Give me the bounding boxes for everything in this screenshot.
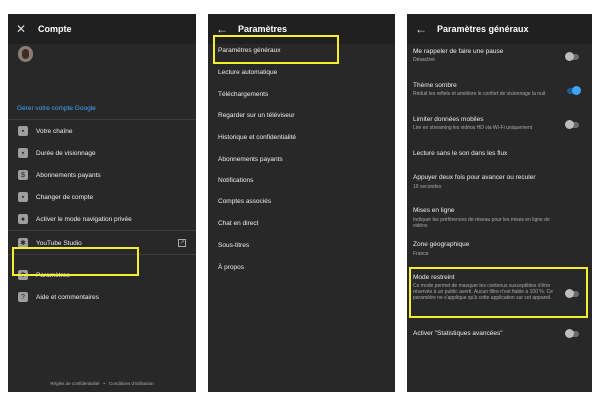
- settings-item-label: Historique et confidentialité: [218, 133, 297, 141]
- general-settings-title: Paramètres généraux: [437, 24, 529, 34]
- settings-item-connected-accounts[interactable]: Comptes associés: [218, 193, 271, 209]
- setting-title: Appuyer deux fois pour avancer ou recule…: [413, 174, 536, 181]
- setting-double-tap-seek[interactable]: Appuyer deux fois pour avancer ou recule…: [407, 174, 592, 200]
- settings-item-label: Notifications: [218, 176, 254, 184]
- toggle-knob: [565, 120, 574, 129]
- menu-item-incognito[interactable]: ● Activer le mode navigation privée: [8, 209, 196, 229]
- settings-item-label: À propos: [218, 263, 245, 271]
- toggle-limit-mobile-data[interactable]: [565, 120, 579, 129]
- setting-title: Limiter données mobiles: [413, 116, 484, 123]
- highlight-settings: [12, 247, 139, 276]
- toggle-stats-for-nerds[interactable]: [565, 329, 579, 338]
- settings-item-label: Chat en direct: [218, 219, 259, 227]
- general-settings-header: ← Paramètres généraux: [407, 14, 592, 44]
- menu-item-watch-time[interactable]: ▪ Durée de visionnage: [8, 143, 196, 163]
- switch-account-icon: ▪: [18, 192, 28, 202]
- toggle-knob: [565, 329, 574, 338]
- settings-item-label: Lecture automatique: [218, 68, 278, 76]
- setting-take-a-break[interactable]: Me rappeler de faire une pause Désactivé: [407, 48, 592, 74]
- terms-link[interactable]: Conditions d'utilisation: [109, 381, 154, 386]
- close-icon[interactable]: ✕: [16, 23, 32, 35]
- toggle-take-a-break[interactable]: [565, 52, 579, 61]
- settings-item-live-chat[interactable]: Chat en direct: [218, 215, 258, 231]
- menu-item-label: Abonnements payants: [36, 171, 101, 179]
- setting-subtitle: France: [413, 251, 429, 257]
- external-link-icon: ↗: [178, 239, 186, 247]
- incognito-icon: ●: [18, 214, 28, 224]
- setting-title: Thème sombre: [413, 82, 457, 89]
- setting-location[interactable]: Zone géographique France: [407, 241, 592, 267]
- setting-subtitle: Réduit les reflets et améliore le confor…: [413, 91, 546, 97]
- setting-subtitle: Indiquer les préférences de réseau pour …: [413, 217, 550, 229]
- setting-subtitle: 10 secondes: [413, 184, 442, 190]
- menu-item-label: Activer le mode navigation privée: [36, 215, 132, 223]
- setting-dark-theme[interactable]: Thème sombre Réduit les reflets et améli…: [407, 82, 592, 108]
- divider: [8, 230, 196, 231]
- toggle-knob: [572, 86, 581, 95]
- channel-icon: ▪: [18, 126, 28, 136]
- menu-item-your-channel[interactable]: ▪ Votre chaîne: [8, 121, 196, 141]
- chart-icon: ▪: [18, 148, 28, 158]
- menu-item-label: Durée de visionnage: [36, 149, 96, 157]
- settings-item-notifications[interactable]: Notifications: [218, 172, 253, 188]
- general-settings-panel: ← Paramètres généraux Me rappeler de fai…: [407, 14, 592, 392]
- privacy-policy-link[interactable]: Règles de confidentialité: [50, 381, 99, 386]
- menu-item-label: Votre chaîne: [36, 127, 73, 135]
- setting-title: Mises en ligne: [413, 207, 455, 214]
- back-arrow-icon[interactable]: ←: [415, 23, 431, 35]
- menu-item-label: Aide et commentaires: [36, 293, 99, 301]
- settings-title: Paramètres: [238, 24, 288, 34]
- toggle-dark-theme[interactable]: [567, 86, 581, 95]
- settings-panel: ← Paramètres Paramètres généraux Lecture…: [208, 14, 395, 392]
- settings-item-label: Sous-titres: [218, 241, 250, 249]
- settings-item-autoplay[interactable]: Lecture automatique: [218, 64, 277, 80]
- avatar[interactable]: [18, 46, 33, 62]
- menu-item-label: YouTube Studio: [36, 239, 82, 247]
- setting-limit-mobile-data[interactable]: Limiter données mobiles Lire en streamin…: [407, 116, 592, 142]
- settings-item-label: Regarder sur un téléviseur: [218, 111, 295, 119]
- setting-muted-playback[interactable]: Lecture sans le son dans les flux: [407, 150, 592, 168]
- settings-item-label: Téléchargements: [218, 90, 269, 98]
- settings-item-paid-memberships[interactable]: Abonnements payants: [218, 151, 283, 167]
- settings-item-about[interactable]: À propos: [218, 259, 244, 275]
- back-arrow-icon[interactable]: ←: [216, 23, 232, 35]
- settings-item-label: Abonnements payants: [218, 155, 283, 163]
- setting-subtitle: Désactivé: [413, 57, 435, 63]
- manage-google-account-link[interactable]: Gérer votre compte Google: [17, 105, 96, 112]
- account-panel: ✕ Compte Gérer votre compte Google ▪ Vot…: [8, 14, 196, 392]
- setting-title: Activer "Statistiques avancées": [413, 330, 503, 337]
- menu-item-paid-memberships[interactable]: $ Abonnements payants: [8, 165, 196, 185]
- setting-uploads[interactable]: Mises en ligne Indiquer les préférences …: [407, 207, 592, 233]
- menu-item-switch-account[interactable]: ▪ Changer de compte: [8, 187, 196, 207]
- menu-item-label: Changer de compte: [36, 193, 94, 201]
- setting-title: Lecture sans le son dans les flux: [413, 150, 508, 157]
- account-title: Compte: [38, 24, 72, 34]
- divider: [8, 119, 196, 120]
- setting-title: Me rappeler de faire une pause: [413, 48, 504, 55]
- toggle-knob: [565, 52, 574, 61]
- account-header: ✕ Compte: [8, 14, 196, 44]
- settings-item-label: Comptes associés: [218, 197, 272, 205]
- help-icon: ?: [18, 292, 28, 302]
- settings-item-watch-on-tv[interactable]: Regarder sur un téléviseur: [218, 107, 295, 123]
- setting-title: Zone géographique: [413, 241, 470, 248]
- setting-subtitle: Lire en streaming les vidéos HD via Wi-F…: [413, 125, 533, 131]
- setting-stats-for-nerds[interactable]: Activer "Statistiques avancées": [407, 329, 592, 344]
- highlight-restricted-mode: [409, 267, 588, 318]
- settings-item-captions[interactable]: Sous-titres: [218, 237, 249, 253]
- settings-item-history-privacy[interactable]: Historique et confidentialité: [218, 129, 296, 145]
- footer-separator: •: [103, 381, 105, 386]
- dollar-icon: $: [18, 170, 28, 180]
- settings-item-downloads[interactable]: Téléchargements: [218, 86, 268, 102]
- account-footer: Règles de confidentialité • Conditions d'u…: [8, 381, 196, 386]
- menu-item-help-feedback[interactable]: ? Aide et commentaires: [8, 287, 196, 307]
- highlight-general-settings: [213, 35, 339, 64]
